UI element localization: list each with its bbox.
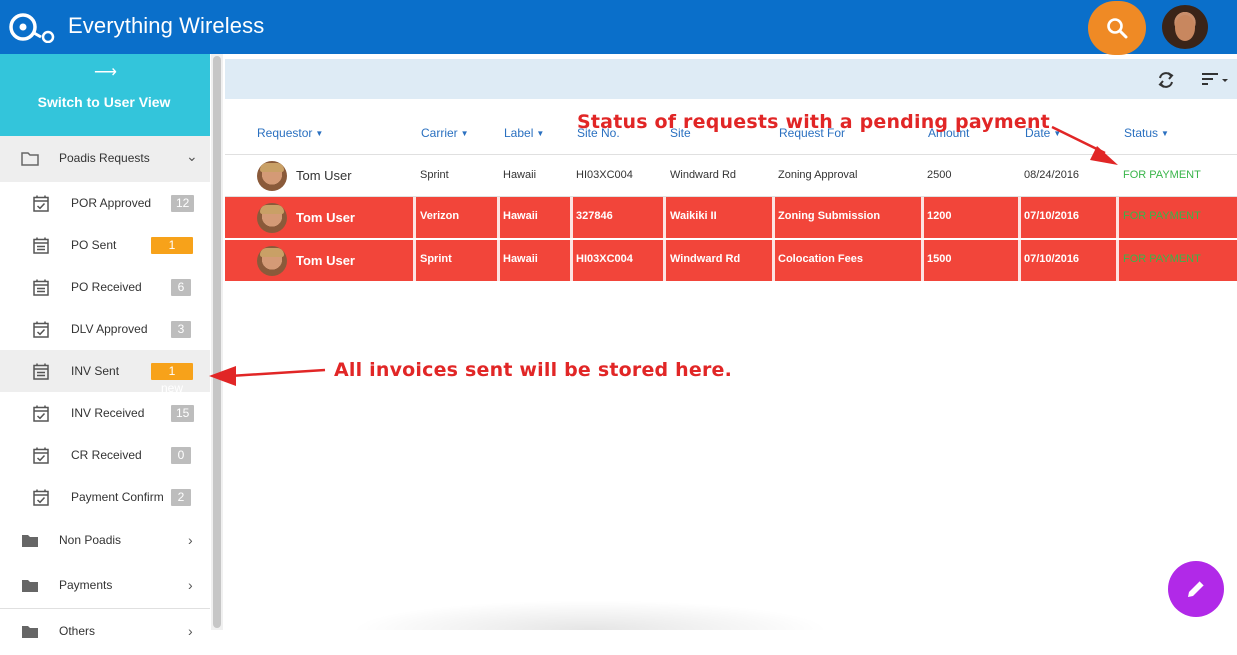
pencil-icon (1188, 580, 1205, 597)
edit-fab-button[interactable] (1168, 561, 1224, 617)
annotation-arrow-inv-sent (229, 368, 326, 378)
annotation-arrows (209, 125, 1118, 386)
